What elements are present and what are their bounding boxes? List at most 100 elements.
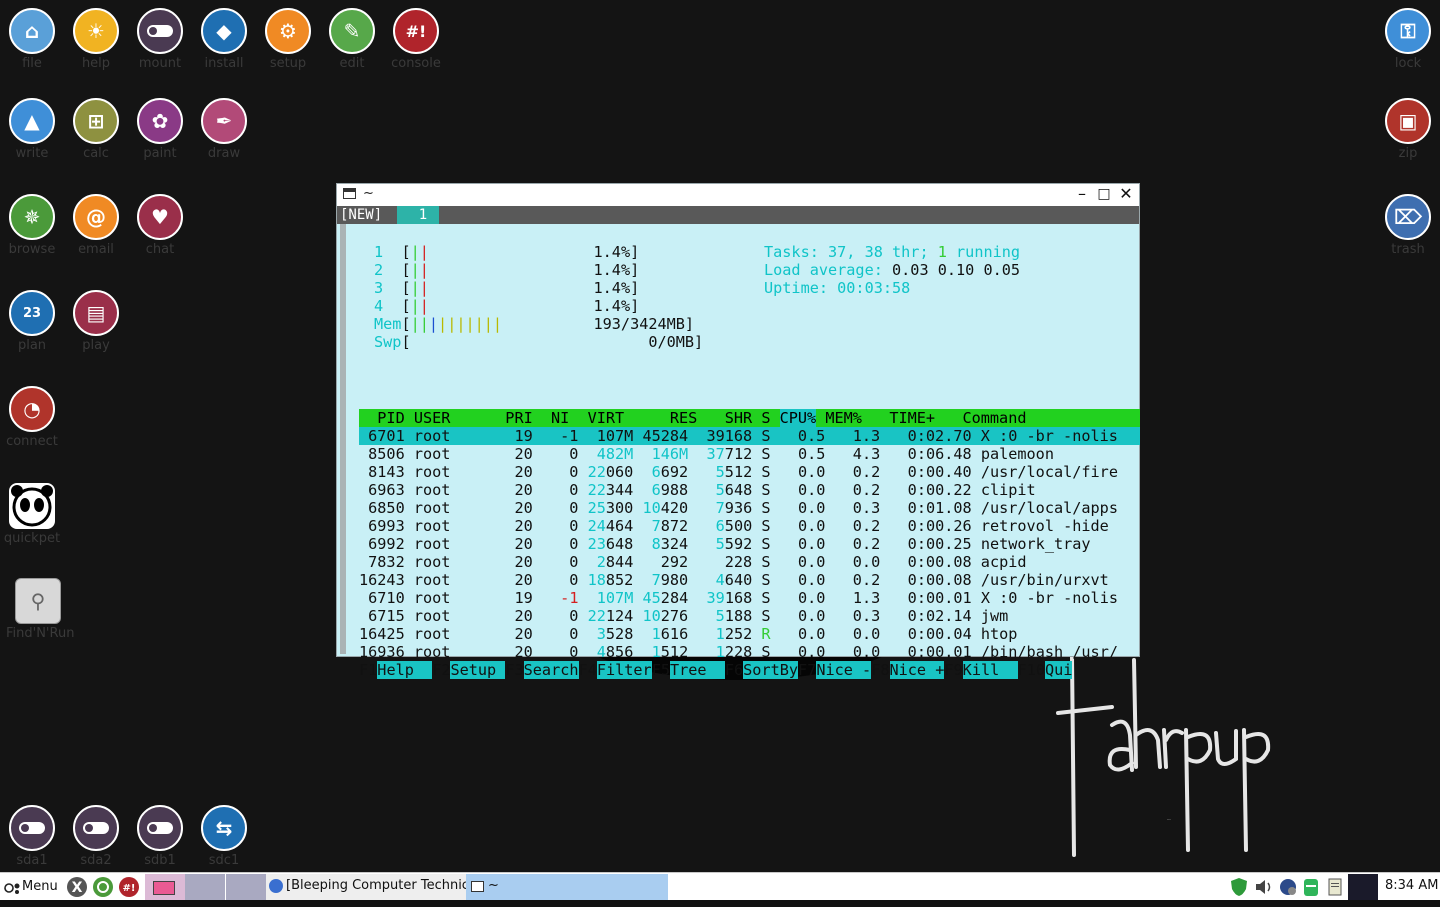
pager-desktop-3[interactable]: [226, 874, 266, 900]
calendar-day: 23: [22, 305, 42, 321]
maximize-button[interactable]: □: [1095, 185, 1113, 203]
desktop-icon-label: draw: [207, 146, 241, 161]
load-average: Load average: 0.03 0.10 0.05: [764, 261, 1021, 279]
terminal-icon: [343, 188, 356, 199]
cpu-meter-2: 2 [|| 1.4%]: [374, 261, 640, 279]
menu-icon: [4, 880, 22, 894]
tab-1[interactable]: 1: [407, 206, 439, 224]
process-row[interactable]: 6715 root 20 0 22124 10276 5188 S 0.0 0.…: [359, 607, 1008, 625]
desktop-icon-zip[interactable]: ▣ zip: [1376, 98, 1440, 161]
process-row[interactable]: 6993 root 20 0 24464 7872 6500 S 0.0 0.2…: [359, 517, 1109, 535]
uptime: Uptime: 00:03:58: [764, 279, 911, 297]
palette-icon: ✿: [137, 98, 183, 144]
toggle-icon: [137, 805, 183, 851]
desktop-icon-file[interactable]: ⌂ file: [0, 8, 64, 71]
desktop-icon-label: sdb1: [144, 853, 176, 868]
desktop-icon-label: console: [391, 56, 441, 71]
desktop-icon-sda1[interactable]: sda1: [0, 805, 64, 868]
menu-label: Menu: [22, 879, 58, 894]
task-terminal[interactable]: ~: [466, 874, 668, 900]
process-row[interactable]: 16936 root 20 0 4856 1512 1228 S 0.0 0.0…: [359, 643, 1118, 661]
pager-desktop-2[interactable]: [185, 874, 225, 900]
process-row[interactable]: 6701 root 19 -1 107M 45284 39168 S 0.5 1…: [359, 427, 1118, 445]
process-row[interactable]: 16243 root 20 0 18852 7980 4640 S 0.0 0.…: [359, 571, 1109, 589]
desktop-icon-trash[interactable]: ⌦ trash: [1376, 194, 1440, 257]
process-row[interactable]: 7832 root 20 0 2844 292 228 S 0.0 0.0 0:…: [359, 553, 1026, 571]
process-row[interactable]: 6850 root 20 0 25300 10420 7936 S 0.0 0.…: [359, 499, 1118, 517]
desktop-icon-lock[interactable]: ⚿ lock: [1376, 8, 1440, 71]
window-titlebar[interactable]: ~ – □ ✕: [337, 184, 1139, 207]
desktop-icon-chat[interactable]: ♥ chat: [128, 194, 192, 257]
desktop-icon-paint[interactable]: ✿ paint: [128, 98, 192, 161]
notes-icon[interactable]: [1326, 877, 1344, 897]
quicklaunch-browser-icon[interactable]: [92, 875, 114, 899]
minimize-button[interactable]: –: [1073, 185, 1091, 203]
close-button[interactable]: ✕: [1117, 185, 1135, 203]
magnifier-icon: ⚲: [15, 578, 61, 624]
desktop-icon-install[interactable]: ◆ install: [192, 8, 256, 71]
draw-icon: ✒: [201, 98, 247, 144]
task-browser[interactable]: [Bleeping Computer Technic: [266, 874, 466, 900]
svg-text:tahrpup: tahrpup: [1167, 818, 1171, 821]
desktop-icon-label: play: [82, 338, 110, 353]
browser-task-icon: [269, 879, 283, 893]
tab-separator: [397, 206, 407, 224]
task-browser-label: [Bleeping Computer Technic: [286, 878, 466, 893]
desktop-icon-setup[interactable]: ⚙ setup: [256, 8, 320, 71]
process-row[interactable]: 8506 root 20 0 482M 146M 37712 S 0.5 4.3…: [359, 445, 1054, 463]
desktop-icon-label: trash: [1391, 242, 1425, 257]
desktop-icon-label: quickpet: [3, 531, 61, 546]
desktop-icon-label: file: [22, 56, 42, 71]
desktop-icon-label: help: [81, 56, 111, 71]
desktop-icon-sdc1[interactable]: ⇆ sdc1: [192, 805, 256, 868]
clock[interactable]: 8:34 AM: [1385, 878, 1438, 893]
desktop-icon-quickpet[interactable]: quickpet: [0, 483, 64, 546]
tab-new[interactable]: [NEW]: [340, 207, 382, 223]
desktop-icon-sdb1[interactable]: sdb1: [128, 805, 192, 868]
shield-icon[interactable]: [1230, 877, 1248, 897]
desktop-icon-label: chat: [145, 242, 175, 257]
desktop-icon-find-n-run[interactable]: ⚲ Find'N'Run: [6, 578, 74, 641]
desktop-icon-label: calc: [83, 146, 109, 161]
process-row[interactable]: 6710 root 19 -1 107M 45284 39168 S 0.0 1…: [359, 589, 1118, 607]
desktop-icon-help[interactable]: ☀ help: [64, 8, 128, 71]
process-row[interactable]: 8143 root 20 0 22060 6692 5512 S 0.0 0.2…: [359, 463, 1118, 481]
volume-icon[interactable]: [1254, 877, 1272, 897]
desktop-icon-label: sda1: [16, 853, 48, 868]
desktop-icon-connect[interactable]: ◔ connect: [0, 386, 64, 449]
process-row[interactable]: 6963 root 20 0 22344 6988 5648 S 0.0 0.2…: [359, 481, 1036, 499]
network-icon[interactable]: [1278, 877, 1296, 897]
quicklaunch-x-icon[interactable]: X: [66, 875, 88, 899]
desktop-icon-draw[interactable]: ✒ draw: [192, 98, 256, 161]
quicklaunch-console-icon[interactable]: #!: [118, 875, 140, 899]
desktop-icon-write[interactable]: ▲ write: [0, 98, 64, 161]
write-icon: ▲: [9, 98, 55, 144]
desktop-icon-browse[interactable]: ✵ browse: [0, 194, 64, 257]
terminal-window[interactable]: ~ – □ ✕ [NEW] 1 1 [|| 1.4%] 2 [|| 1.4%] 3 …: [336, 183, 1140, 679]
desktop-icon-label: sdc1: [208, 853, 240, 868]
desktop-preview-icon[interactable]: [1348, 874, 1378, 900]
desktop-icon-calc[interactable]: ⊞ calc: [64, 98, 128, 161]
mem-meter: Mem[|||||||||| 193/3424MB]: [374, 315, 695, 333]
process-row[interactable]: 6992 root 20 0 23648 8324 5592 S 0.0 0.2…: [359, 535, 1090, 553]
toggle-icon: [137, 8, 183, 54]
process-row[interactable]: 16425 root 20 0 3528 1616 1252 R 0.0 0.0…: [359, 625, 1017, 643]
desktop-icon-label: mount: [138, 56, 182, 71]
satellite-dish-icon: ◔: [9, 386, 55, 432]
cpu-meter-3: 3 [|| 1.4%]: [374, 279, 640, 297]
svg-text:#!: #!: [123, 883, 136, 894]
desktop-icon-play[interactable]: ▤ play: [64, 290, 128, 353]
clipboard-icon[interactable]: [1302, 877, 1320, 897]
desktop-icon-sda2[interactable]: sda2: [64, 805, 128, 868]
desktop-icon-mount[interactable]: mount: [128, 8, 192, 71]
desktop-icon-edit[interactable]: ✎ edit: [320, 8, 384, 71]
pager-desktop-1[interactable]: [145, 874, 185, 900]
desktop-icon-console[interactable]: #! console: [384, 8, 448, 71]
desktop-icon-plan[interactable]: 23 plan: [0, 290, 64, 353]
folder-home-icon: ⌂: [9, 8, 55, 54]
menu-button[interactable]: Menu: [4, 875, 58, 899]
terminal-body[interactable]: 1 [|| 1.4%] 2 [|| 1.4%] 3 [|| 1.4%] 4 [|| 1…: [340, 224, 1140, 679]
desktop-icon-email[interactable]: @ email: [64, 194, 128, 257]
window-title: ~: [363, 186, 374, 201]
desktop-icon-label: browse: [8, 242, 56, 257]
